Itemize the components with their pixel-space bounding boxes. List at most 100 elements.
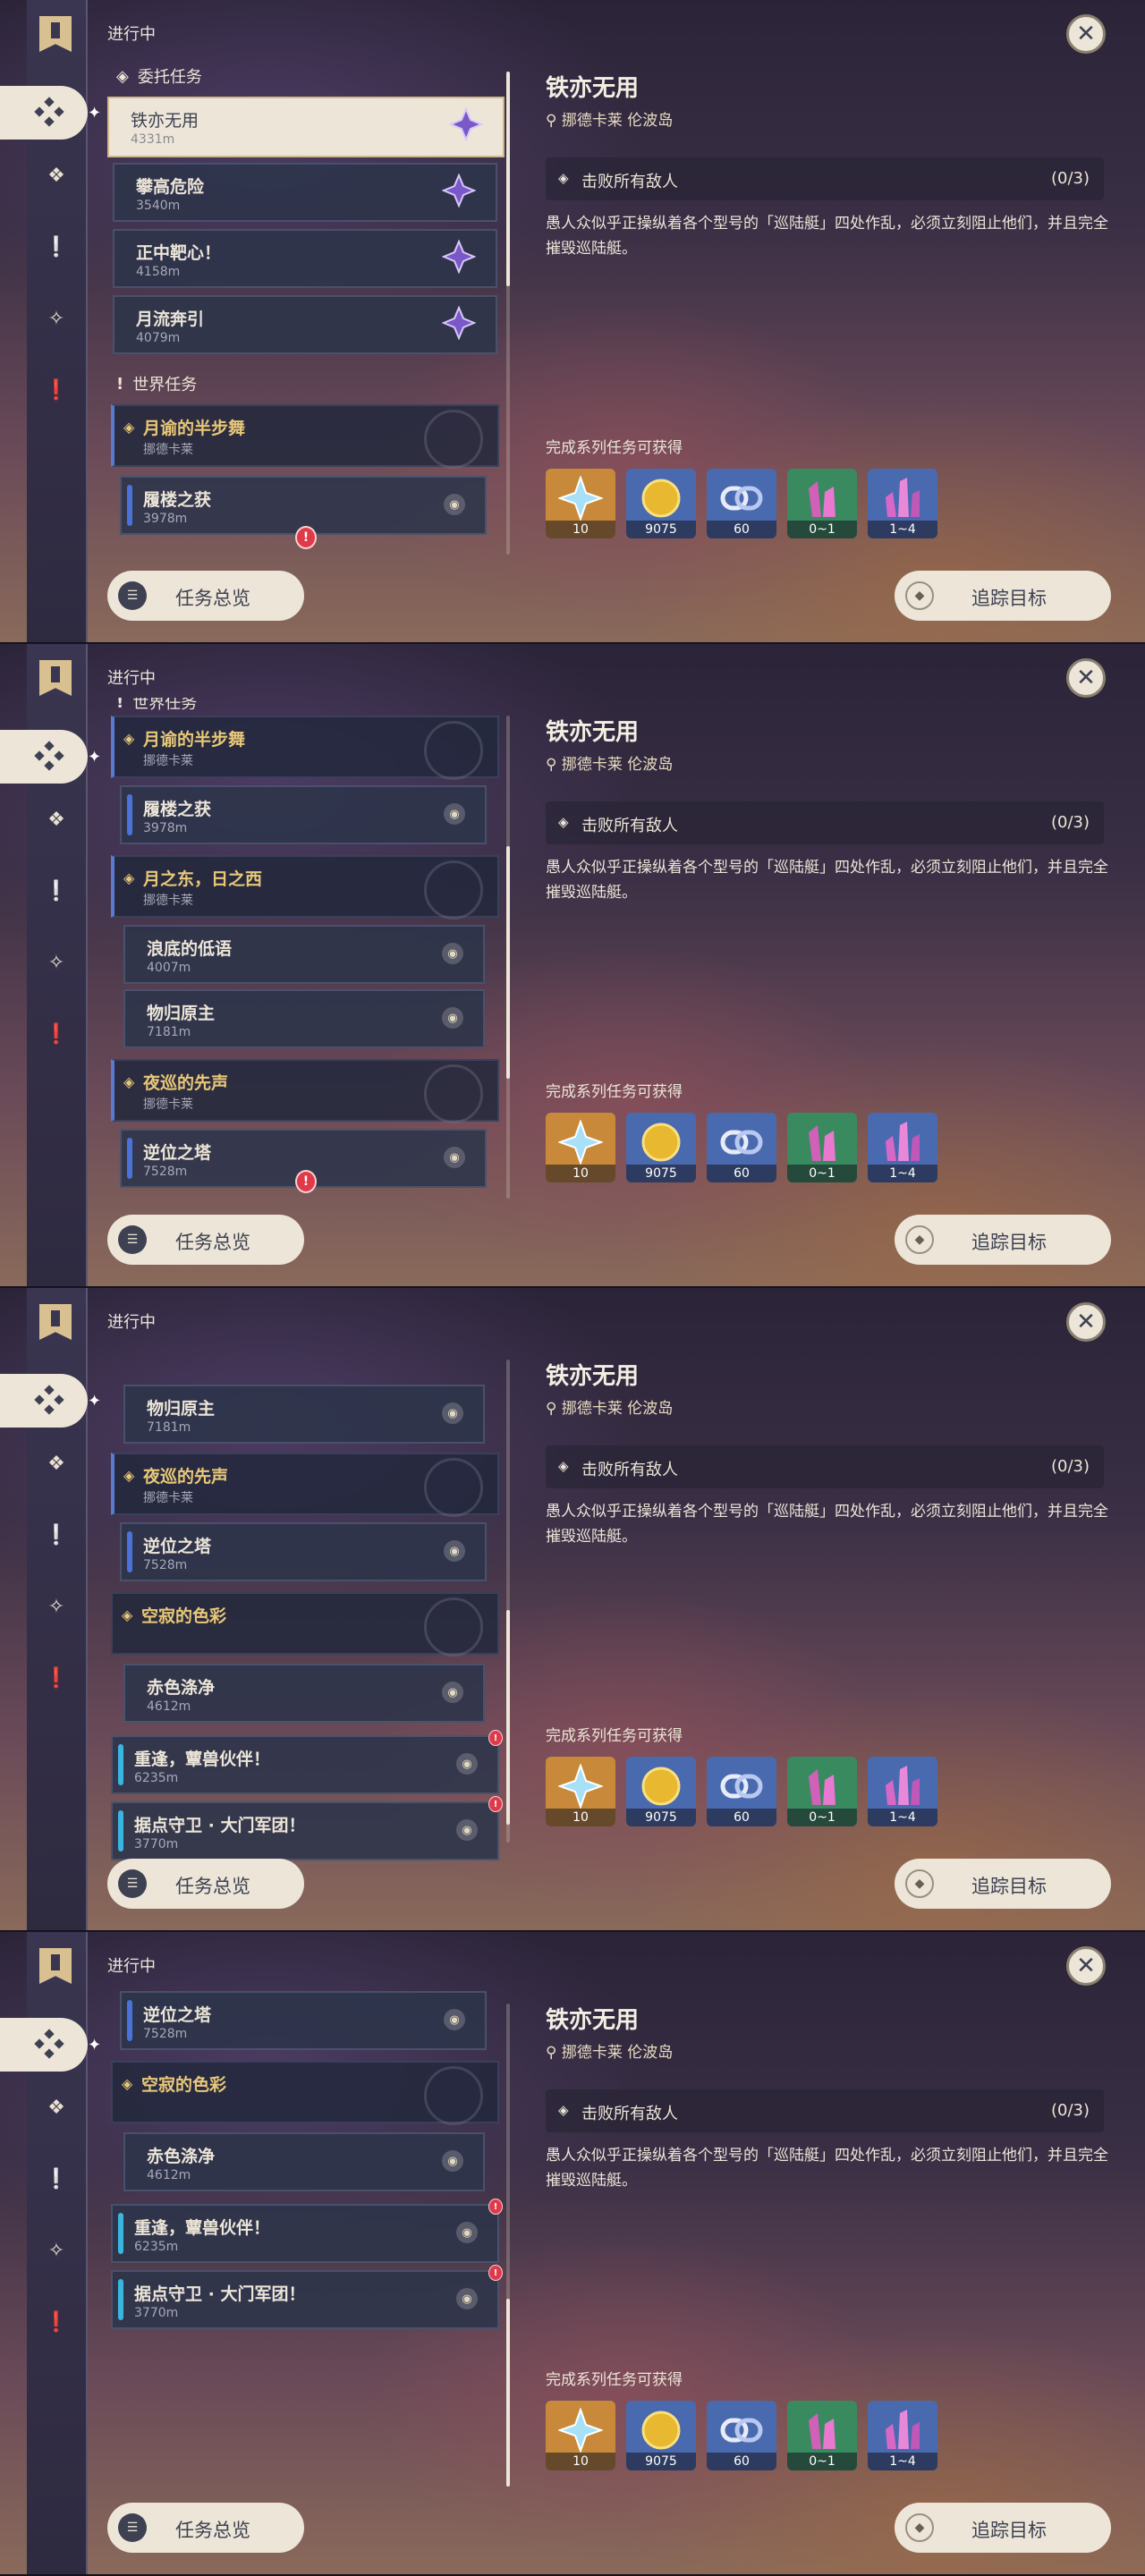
- location-pin-icon[interactable]: ◉: [444, 2009, 465, 2030]
- quest-item-niweizhita[interactable]: 逆位之塔 7528m ◉: [120, 1522, 487, 1581]
- world-quest-tab-icon[interactable]: ❕: [40, 2163, 72, 2195]
- quest-item-judianshouwei[interactable]: 据点守卫 · 大门军团！ 3770m ◉: [111, 2270, 499, 2329]
- close-button[interactable]: ✕: [1066, 658, 1106, 698]
- location-pin-icon[interactable]: ◉: [456, 2222, 478, 2243]
- location-pin-icon[interactable]: ◉: [456, 1753, 478, 1775]
- track-target-button[interactable]: ◆ 追踪目标: [895, 2503, 1111, 2553]
- quest-overview-button[interactable]: ☰ 任务总览: [107, 571, 304, 621]
- quest-item-niweizhita[interactable]: 逆位之塔 7528m ◉: [120, 1991, 487, 2050]
- location-pin-icon[interactable]: ◉: [456, 2288, 478, 2309]
- close-button[interactable]: ✕: [1066, 1302, 1106, 1342]
- reward-crystal-blue[interactable]: 1~4: [868, 1113, 937, 1182]
- event-quest-tab-icon[interactable]: ✧: [40, 946, 72, 979]
- reward-adventure-exp[interactable]: 60: [707, 469, 776, 538]
- quest-list[interactable]: ! 世界任务 ◈ 月谕的半步舞 挪德卡莱 履楼之获 3978m ◉ ◈ 月之东，…: [107, 698, 510, 1234]
- quest-title: 铁亦无用: [546, 75, 640, 102]
- archon-quest-tab-icon[interactable]: ❖: [40, 1447, 72, 1479]
- location-pin-icon[interactable]: ◉: [442, 1682, 463, 1703]
- blue-marker: [127, 1138, 132, 1179]
- location-pin-icon[interactable]: ◉: [444, 1540, 465, 1562]
- track-target-button[interactable]: ◆ 追踪目标: [895, 1859, 1111, 1909]
- quest-overview-button[interactable]: ☰ 任务总览: [107, 1859, 304, 1909]
- exclamation-icon: !: [116, 374, 124, 394]
- quest-group-yuezhidong[interactable]: ◈ 月之东，日之西 挪德卡莱: [111, 855, 499, 919]
- quest-group-yexundexiansheng[interactable]: ◈ 夜巡的先声 挪德卡莱: [111, 1059, 499, 1123]
- world-quest-tab-icon[interactable]: ❕: [40, 1519, 72, 1551]
- scrollbar-thumb[interactable]: [506, 72, 510, 286]
- reward-crystal-blue[interactable]: 1~4: [868, 469, 937, 538]
- reward-adventure-exp[interactable]: 60: [707, 1757, 776, 1826]
- scrollbar-thumb[interactable]: [506, 2299, 510, 2487]
- quest-item-chisedijing[interactable]: 赤色涤净 4612m ◉: [123, 2132, 485, 2191]
- quest-list[interactable]: 物归原主 7181m ◉ ◈ 夜巡的先声 挪德卡莱 逆位之塔 7528m ◉ ◈…: [107, 1342, 510, 1878]
- track-target-button[interactable]: ◆ 追踪目标: [895, 1215, 1111, 1265]
- event-quest-tab-icon[interactable]: ✧: [40, 2234, 72, 2267]
- quest-item-chongfeng[interactable]: 重逢，蕈兽伙伴！ 6235m ◉: [111, 1735, 499, 1794]
- category-world: ! 世界任务: [116, 374, 198, 395]
- close-button[interactable]: ✕: [1066, 14, 1106, 54]
- quest-overview-button[interactable]: ☰ 任务总览: [107, 2503, 304, 2553]
- reward-crystal-blue[interactable]: 1~4: [868, 2401, 937, 2470]
- quest-item-lvlouzhihuo[interactable]: 履楼之获 3978m ◉: [120, 785, 487, 844]
- quest-item-zhengzhongbaxin[interactable]: 正中靶心！ 4158m: [113, 229, 497, 288]
- track-target-button[interactable]: ◆ 追踪目标: [895, 571, 1111, 621]
- reward-crystal-green[interactable]: 0~1: [787, 2401, 857, 2470]
- alert-icon: !: [488, 1730, 503, 1746]
- alert-quest-tab-icon[interactable]: ❗: [40, 374, 72, 406]
- event-quest-tab-icon[interactable]: ✧: [40, 1590, 72, 1623]
- quest-overview-button[interactable]: ☰ 任务总览: [107, 1215, 304, 1265]
- reward-mora[interactable]: 9075: [626, 1757, 696, 1826]
- quest-item-wuguiyuanzhu[interactable]: 物归原主 7181m ◉: [123, 1385, 485, 1444]
- close-button[interactable]: ✕: [1066, 1946, 1106, 1986]
- reward-mora[interactable]: 9075: [626, 469, 696, 538]
- location-pin-icon[interactable]: ◉: [442, 943, 463, 964]
- quest-item-yueliubenyin[interactable]: 月流奔引 4079m: [113, 295, 497, 354]
- alert-quest-tab-icon[interactable]: ❗: [40, 2306, 72, 2338]
- reward-primogem[interactable]: 10: [546, 1113, 615, 1182]
- quest-item-tieyiwuyong[interactable]: 铁亦无用 4331m: [107, 97, 505, 157]
- quest-item-langdideidiyu[interactable]: 浪底的低语 4007m ◉: [123, 925, 485, 984]
- quest-description: 愚人众似乎正操纵着各个型号的「巡陆艇」四处作乱，必须立刻阻止他们，并且完全摧毁巡…: [546, 2147, 1108, 2190]
- quest-list[interactable]: 逆位之塔 7528m ◉ ◈ 空寂的色彩 赤色涤净 4612m ◉ 重逢，蕈兽伙…: [107, 1986, 510, 2522]
- alert-quest-tab-icon[interactable]: ❗: [40, 1018, 72, 1050]
- reward-primogem[interactable]: 10: [546, 2401, 615, 2470]
- location-pin-icon[interactable]: ◉: [442, 2150, 463, 2172]
- archon-quest-tab-icon[interactable]: ❖: [40, 159, 72, 191]
- event-quest-tab-icon[interactable]: ✧: [40, 302, 72, 335]
- quest-item-pangaoweixian[interactable]: 攀高危险 3540m: [113, 163, 497, 222]
- quest-group-yueyubanbuwu[interactable]: ◈ 月谕的半步舞 挪德卡莱: [111, 404, 499, 469]
- archon-quest-tab-icon[interactable]: ❖: [40, 803, 72, 835]
- reward-crystal-green[interactable]: 0~1: [787, 1113, 857, 1182]
- quest-item-judianshouwei[interactable]: 据点守卫 · 大门军团！ 3770m ◉: [111, 1801, 499, 1860]
- quest-group-yexundexiansheng[interactable]: ◈ 夜巡的先声 挪德卡莱: [111, 1453, 499, 1517]
- world-quest-tab-icon[interactable]: ❕: [40, 231, 72, 263]
- reward-adventure-exp[interactable]: 60: [707, 2401, 776, 2470]
- scrollbar-thumb[interactable]: [506, 846, 510, 1079]
- reward-crystal-green[interactable]: 0~1: [787, 469, 857, 538]
- location-pin-icon[interactable]: ◉: [444, 1147, 465, 1168]
- reward-adventure-exp[interactable]: 60: [707, 1113, 776, 1182]
- reward-crystal-blue[interactable]: 1~4: [868, 1757, 937, 1826]
- scrollbar-thumb[interactable]: [506, 1610, 510, 1825]
- quest-list[interactable]: ◈ 委托任务 铁亦无用 4331m 攀高危险 3540m 正中靶心！ 4158m…: [107, 54, 510, 590]
- quest-item-chisedijing[interactable]: 赤色涤净 4612m ◉: [123, 1664, 485, 1723]
- reward-primogem[interactable]: 10: [546, 469, 615, 538]
- map-pin-icon: ⚲: [546, 2044, 557, 2062]
- reward-mora[interactable]: 9075: [626, 2401, 696, 2470]
- quest-group-yueyubanbuwu[interactable]: ◈ 月谕的半步舞 挪德卡莱: [111, 716, 499, 780]
- location-pin-icon[interactable]: ◉: [456, 1819, 478, 1841]
- reward-crystal-green[interactable]: 0~1: [787, 1757, 857, 1826]
- alert-quest-tab-icon[interactable]: ❗: [40, 1662, 72, 1694]
- location-pin-icon[interactable]: ◉: [442, 1007, 463, 1029]
- location-pin-icon[interactable]: ◉: [444, 803, 465, 825]
- archon-quest-tab-icon[interactable]: ❖: [40, 2091, 72, 2123]
- world-quest-tab-icon[interactable]: ❕: [40, 875, 72, 907]
- location-pin-icon[interactable]: ◉: [442, 1402, 463, 1424]
- quest-item-wuguiyuanzhu[interactable]: 物归原主 7181m ◉: [123, 989, 485, 1048]
- location-pin-icon[interactable]: ◉: [444, 494, 465, 515]
- reward-mora[interactable]: 9075: [626, 1113, 696, 1182]
- reward-primogem[interactable]: 10: [546, 1757, 615, 1826]
- quest-item-chongfeng[interactable]: 重逢，蕈兽伙伴！ 6235m ◉: [111, 2204, 499, 2263]
- quest-group-kongjidesecai[interactable]: ◈ 空寂的色彩: [111, 1592, 499, 1657]
- quest-group-kongjidesecai[interactable]: ◈ 空寂的色彩: [111, 2061, 499, 2125]
